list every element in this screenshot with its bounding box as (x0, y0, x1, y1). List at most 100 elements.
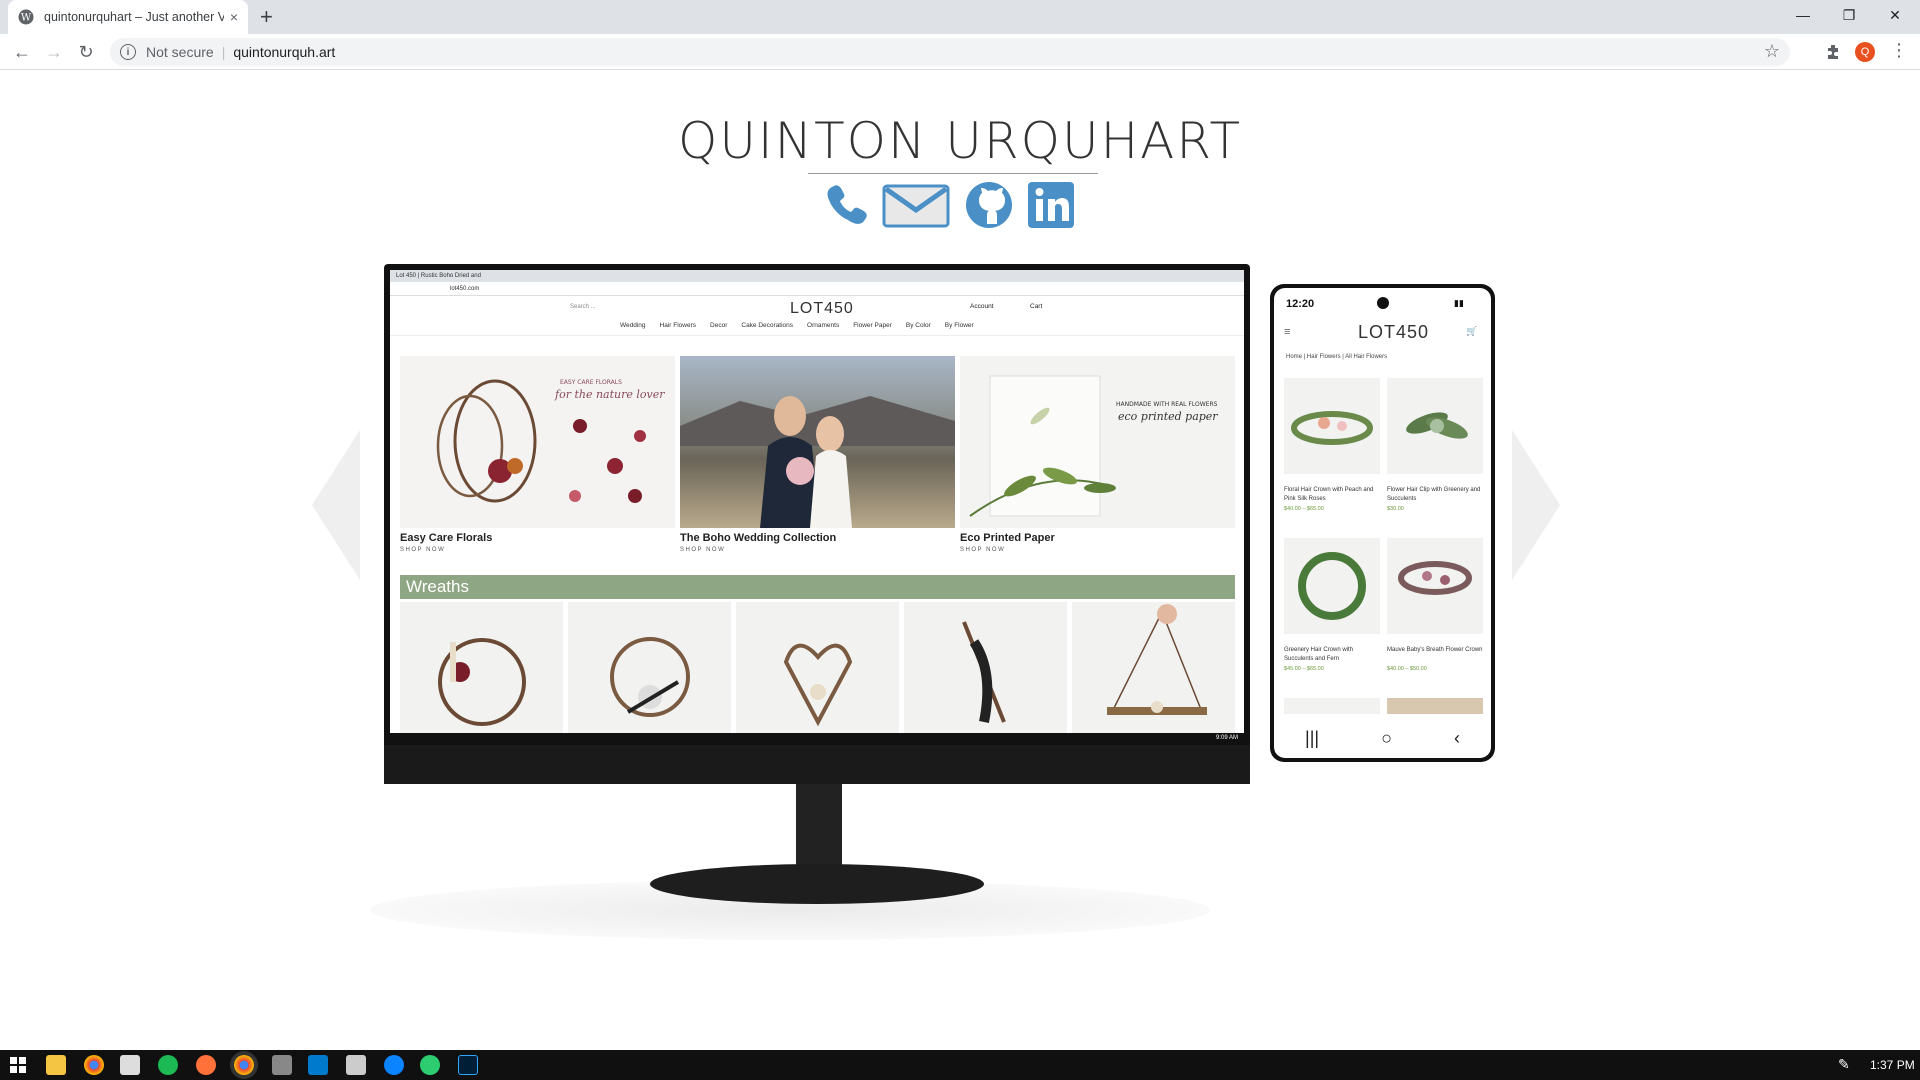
chrome-active-icon[interactable] (234, 1055, 254, 1075)
mini-nav-item: Wedding (620, 322, 646, 329)
phone-icon[interactable] (822, 180, 872, 230)
address-bar[interactable]: i Not secure | quintonurquh.art ☆ (110, 38, 1790, 66)
monitor-stand-neck (796, 784, 842, 868)
phone-product-name: Mauve Baby's Breath Flower Crown (1387, 647, 1483, 653)
firefox-icon[interactable] (196, 1055, 216, 1075)
app-icon[interactable] (420, 1055, 440, 1075)
minimize-icon[interactable]: — (1780, 0, 1826, 30)
phone-cart-icon: 🛒 (1466, 326, 1478, 336)
linkedin-icon[interactable] (1026, 180, 1076, 230)
monitor-stand-base (650, 864, 984, 904)
hero-caption: The Boho Wedding Collection (680, 532, 837, 544)
phone-product-image (1284, 698, 1380, 714)
svg-text:eco printed paper: eco printed paper (1118, 410, 1218, 423)
svg-text:HANDMADE WITH REAL FLOWERS: HANDMADE WITH REAL FLOWERS (1116, 401, 1218, 408)
bookmark-star-icon[interactable]: ☆ (1764, 41, 1780, 62)
omnibox-divider: | (221, 44, 226, 60)
hero-shop-link: SHOP NOW (960, 547, 1006, 553)
phone-logo: LOT450 (1358, 322, 1430, 342)
phone-product-name: Flower Hair Clip with Greenery and Succu… (1387, 487, 1481, 502)
phone-camera-icon (1377, 297, 1389, 309)
mini-nav-item: Decor (710, 322, 728, 329)
carousel-prev-icon[interactable] (312, 430, 360, 580)
mini-nav-item: By Flower (944, 322, 974, 329)
phone-product-price: $40.00 – $65.00 (1284, 506, 1324, 512)
spotify-icon[interactable] (158, 1055, 178, 1075)
svg-text:EASY CARE FLORALS: EASY CARE FLORALS (560, 379, 622, 386)
hero-easy-care-florals: EASY CARE FLORALS for the nature lover (400, 356, 675, 528)
hero-caption: Easy Care Florals (400, 532, 493, 544)
phone-screen: 12:20 ▮▮ ≡ LOT450 🛒 Home | Hair Flowers … (1274, 288, 1491, 758)
vscode-icon[interactable] (308, 1055, 328, 1075)
phone-product-name: Greenery Hair Crown with Succulents and … (1284, 647, 1354, 662)
wreath-product-image (904, 602, 1067, 742)
taskbar-clock: 1:37 PM (1870, 1058, 1915, 1072)
new-tab-button[interactable]: + (260, 5, 273, 29)
close-tab-icon[interactable]: × (230, 9, 238, 25)
phone-product-name: Floral Hair Crown with Peach and Pink Si… (1284, 487, 1374, 502)
wreath-product-image (1072, 602, 1235, 742)
title-underline (808, 173, 1098, 174)
app-icon[interactable] (120, 1055, 140, 1075)
mini-url: lot450.com (450, 285, 480, 292)
mini-nav-item: Ornaments (807, 322, 840, 329)
mini-taskbar-time: 9:09 AM (1215, 735, 1238, 741)
svg-text:for the nature lover: for the nature lover (554, 388, 665, 401)
chrome-icon[interactable] (84, 1055, 104, 1075)
mini-tab-title: Lot 450 | Rustic Boho Dried and (396, 273, 481, 279)
notepad-icon[interactable] (346, 1055, 366, 1075)
close-window-icon[interactable]: ✕ (1872, 0, 1918, 30)
security-label: Not secure (146, 44, 214, 60)
windows-taskbar: ✎ 1:37 PM (0, 1050, 1920, 1080)
phone-product-image (1387, 378, 1483, 474)
monitor-mockup: Lot 450 | Rustic Boho Dried and lot450.c… (384, 264, 1250, 784)
eco-paper-image: HANDMADE WITH REAL FLOWERS eco printed p… (969, 375, 1218, 517)
info-icon[interactable]: i (120, 44, 136, 60)
profile-avatar[interactable]: Q (1855, 42, 1875, 62)
hero-caption: Eco Printed Paper (960, 532, 1055, 544)
carousel-next-icon[interactable] (1512, 430, 1560, 580)
mini-nav-item: Cake Decorations (741, 322, 794, 329)
app-icon[interactable] (384, 1055, 404, 1075)
phone-hamburger-icon: ≡ (1284, 326, 1291, 338)
back-chevron-icon: ‹ (1453, 727, 1460, 748)
mini-search-input: Search ... (570, 304, 596, 310)
tab-strip: W quintonurquhart – Just another V × + —… (0, 0, 1920, 34)
pen-icon[interactable]: ✎ (1838, 1056, 1850, 1073)
mini-logo: LOT450 (790, 300, 854, 317)
reload-icon[interactable]: ↻ (74, 40, 98, 64)
file-explorer-icon[interactable] (46, 1055, 66, 1075)
mini-nav-item: Hair Flowers (659, 322, 697, 329)
floral-wreath-image: EASY CARE FLORALS for the nature lover (436, 379, 665, 503)
extensions-icon[interactable] (1824, 42, 1844, 62)
hero-eco-printed-paper: HANDMADE WITH REAL FLOWERS eco printed p… (960, 356, 1235, 528)
monitor-screen: Lot 450 | Rustic Boho Dried and lot450.c… (390, 270, 1244, 745)
mini-address-bar: lot450.com (390, 282, 1244, 296)
site-title: QUINTON URQUHART (677, 112, 1243, 170)
photoshop-icon[interactable] (458, 1055, 478, 1075)
kebab-menu-icon[interactable]: ⋮ (1890, 40, 1908, 61)
forward-icon[interactable]: → (42, 40, 66, 64)
active-tab[interactable]: W quintonurquhart – Just another V × (8, 0, 248, 34)
mini-windows-taskbar: 9:09 AM (390, 733, 1244, 745)
phone-breadcrumb: Home | Hair Flowers | All Hair Flowers (1286, 354, 1388, 360)
wreath-product-image (568, 602, 731, 742)
mini-tab-strip: Lot 450 | Rustic Boho Dried and (390, 270, 1244, 282)
mail-icon[interactable] (882, 180, 950, 230)
back-icon[interactable]: ← (10, 40, 34, 64)
tab-title: quintonurquhart – Just another V (44, 10, 224, 24)
restore-icon[interactable]: ❐ (1826, 0, 1872, 30)
github-icon[interactable] (964, 180, 1014, 230)
recent-apps-icon: ||| (1305, 727, 1320, 748)
phone-mockup: 12:20 ▮▮ ≡ LOT450 🛒 Home | Hair Flowers … (1270, 284, 1495, 762)
windows-start-icon[interactable] (8, 1055, 28, 1075)
wordpress-icon: W (18, 9, 34, 25)
app-icon[interactable] (272, 1055, 292, 1075)
url-text[interactable]: quintonurquh.art (233, 44, 335, 60)
wreath-product-image (400, 602, 563, 742)
phone-signal-icon: ▮▮ (1454, 298, 1464, 308)
phone-product-image (1387, 538, 1483, 634)
hero-shop-link: SHOP NOW (400, 547, 446, 553)
browser-toolbar: ← → ↻ i Not secure | quintonurquh.art ☆ … (0, 34, 1920, 70)
svg-text:W: W (21, 13, 32, 24)
